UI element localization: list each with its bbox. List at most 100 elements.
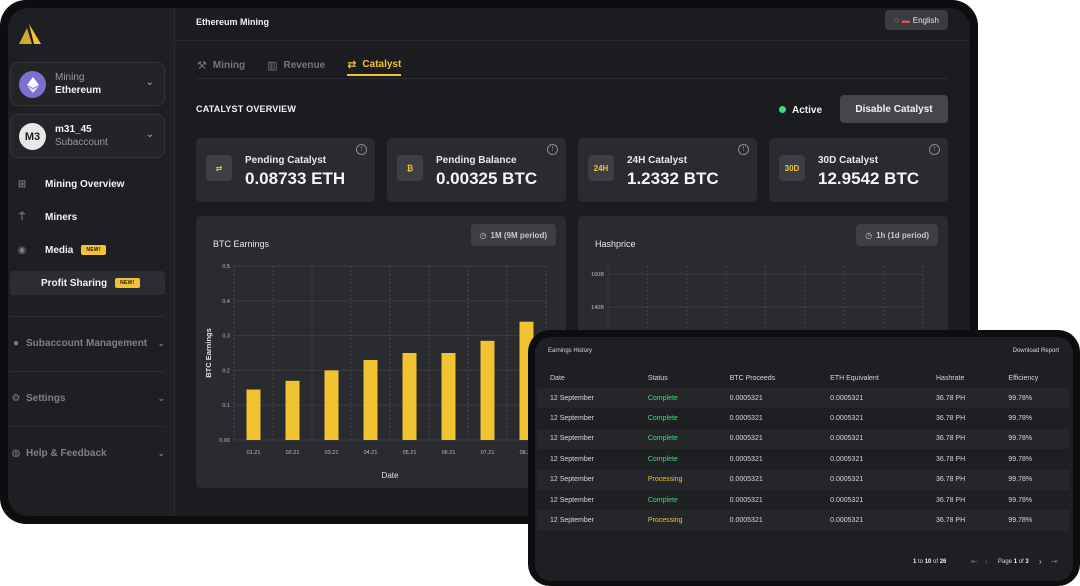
table-cell: Complete	[647, 455, 678, 463]
sidebar-item-profit-sharing[interactable]: Profit Sharing NEW!	[10, 271, 165, 295]
table-cell: 0.0005321	[729, 476, 763, 484]
chevron-down-icon: ⌄	[157, 393, 165, 403]
table-row[interactable]: 12 September Complete 0.0005321 0.0005321 36…	[537, 428, 1069, 450]
account-selector[interactable]: M3 m31_45 Subaccount ⌄	[10, 114, 165, 158]
chevron-down-icon: ⌄	[157, 448, 165, 458]
stat-card-24h-catalyst: 24H 24H Catalyst 1.2332 BTC !	[578, 138, 757, 202]
table-cell: 99.78%	[1008, 394, 1033, 402]
y-tick-label: 0.00	[219, 438, 230, 444]
table-cell: 12 September	[550, 455, 594, 463]
table-cell: 12 September	[550, 496, 594, 504]
gear-icon: ⚙	[11, 393, 21, 404]
sidebar-item-mining-overview[interactable]: ⊞ Mining Overview	[10, 172, 165, 196]
tab-mining[interactable]: ⚒ Mining	[197, 54, 245, 76]
y-tick-label: 0.4	[222, 299, 230, 305]
period-label: 1h (1d period)	[876, 230, 929, 240]
table-cell: 12 September	[550, 394, 594, 402]
coin-selector-value: Ethereum	[55, 85, 102, 96]
table-row[interactable]: 12 September Complete 0.0005321 0.0005321 36…	[537, 489, 1069, 511]
table-cell: 36.78 PH	[935, 435, 966, 443]
sidebar-item-label: Miners	[45, 211, 78, 223]
sidebar-group-settings[interactable]: ⚙ Settings ⌄	[10, 393, 165, 404]
bar	[246, 389, 261, 440]
column-header[interactable]: Efficiency	[995, 368, 1069, 388]
first-page-icon[interactable]: ⇤	[971, 557, 978, 566]
bar	[285, 380, 300, 440]
broadcast-icon: ◉	[17, 244, 27, 256]
24h-icon: 24H	[588, 155, 614, 181]
chat-icon: ◍	[11, 448, 21, 459]
column-header[interactable]: BTC Proceeds	[717, 368, 818, 388]
download-report-link[interactable]: Download Report	[1013, 348, 1059, 354]
info-icon[interactable]: !	[547, 144, 558, 155]
language-selector[interactable]: ◌ ▬ English	[885, 10, 948, 30]
stat-label: Pending Balance	[436, 155, 517, 166]
stat-card-pending-catalyst: ⇄ Pending Catalyst 0.08733 ETH !	[196, 138, 375, 202]
last-page-icon[interactable]: ⇥	[1051, 557, 1058, 566]
table-cell: 0.0005321	[830, 517, 864, 525]
coin-selector[interactable]: Mining Ethereum ⌄	[10, 62, 165, 106]
sidebar-item-label: Mining Overview	[45, 178, 125, 190]
info-icon[interactable]: !	[929, 144, 940, 155]
sidebar-item-miners[interactable]: ⍑ Miners	[10, 205, 165, 229]
table-cell: Complete	[647, 496, 678, 504]
new-badge: NEW!	[115, 278, 140, 288]
info-icon[interactable]: !	[738, 144, 749, 155]
table-cell: 0.0005321	[729, 415, 763, 423]
table-row[interactable]: 12 September Processing 0.0005321 0.0005321…	[537, 469, 1069, 490]
building-icon: ▥	[267, 59, 278, 72]
period-selector[interactable]: ◷ 1M (9M period)	[470, 224, 556, 246]
earnings-history-card: Earnings History Download Report Date St…	[535, 337, 1073, 581]
chevron-down-icon: ⌄	[145, 129, 154, 140]
stat-value: 12.9542 BTC	[818, 169, 920, 188]
x-tick-label: 05.21	[403, 450, 417, 456]
table-cell: 36.78 PH	[935, 476, 966, 484]
prev-page-icon[interactable]: ‹	[985, 557, 988, 566]
sidebar-item-label: Media	[45, 244, 74, 256]
tab-bar: ⚒ Mining ▥ Revenue ⇄ Catalyst	[197, 54, 402, 76]
period-label: 1M (9M period)	[490, 230, 547, 240]
table-row[interactable]: 12 September Complete 0.0005321 0.0005321 36…	[537, 388, 1069, 409]
status-dot	[779, 106, 786, 113]
info-icon[interactable]: !	[356, 144, 367, 155]
btc-earnings-chart: 0.00 0.1 0.2 0.3 0.4 0.5 01.21 02.21 03.21 04.21 0…	[204, 264, 547, 480]
sidebar-group-subaccount-management[interactable]: ● Subaccount Management ⌄	[10, 338, 165, 349]
tab-catalyst[interactable]: ⇄ Catalyst	[347, 54, 402, 76]
column-header[interactable]: Date	[537, 368, 635, 388]
table-cell: Complete	[647, 435, 678, 443]
x-tick-label: 04.21	[364, 450, 378, 456]
avatar: M3	[19, 123, 46, 150]
sidebar: Mining Ethereum ⌄ M3 m31_45 Subaccount ⌄…	[8, 8, 175, 516]
30d-icon: 30D	[779, 155, 805, 181]
column-header[interactable]: Hashrate	[923, 368, 995, 388]
disable-catalyst-button[interactable]: Disable Catalyst	[840, 95, 948, 123]
tab-label: Catalyst	[362, 58, 402, 70]
table-cell: 99.78%	[1008, 415, 1033, 423]
table-cell: 12 September	[550, 415, 594, 423]
btc-earnings-panel: 0.00 0.1 0.2 0.3 0.4 0.5 01.21 02.21 03.21 04.21 0…	[196, 216, 566, 488]
sidebar-group-help-feedback[interactable]: ◍ Help & Feedback ⌄	[10, 448, 165, 459]
table-cell: Processing	[647, 517, 683, 525]
pickaxe-icon: ⚒	[197, 59, 207, 72]
column-header[interactable]: Status	[635, 368, 717, 388]
tab-revenue[interactable]: ▥ Revenue	[267, 54, 325, 76]
table-row[interactable]: 12 September Complete 0.0005321 0.0005321 36…	[537, 449, 1069, 470]
stat-value: 0.08733 ETH	[245, 169, 346, 188]
table-row[interactable]: 12 September Complete 0.0005321 0.0005321 36…	[537, 408, 1069, 429]
table-cell: 99.78%	[1008, 517, 1033, 525]
period-selector[interactable]: ◷ 1h (1d period)	[856, 224, 938, 246]
table-cell: 99.78%	[1008, 455, 1033, 463]
stat-card-30d-catalyst: 30D 30D Catalyst 12.9542 BTC !	[769, 138, 948, 202]
account-name: m31_45	[55, 124, 92, 135]
stat-value: 0.00325 BTC	[436, 169, 538, 188]
table-body: 12 September Complete 0.0005321 0.0005321 36…	[537, 388, 1069, 531]
next-page-icon[interactable]: ›	[1039, 557, 1042, 566]
table-cell: Complete	[647, 415, 678, 423]
section-title: CATALYST OVERVIEW	[196, 104, 297, 114]
column-header[interactable]: ETH Equivalent	[817, 368, 923, 388]
table-row[interactable]: 12 September Processing 0.0005321 0.0005321…	[537, 510, 1069, 531]
user-icon: ●	[12, 338, 20, 349]
stat-value: 1.2332 BTC	[627, 169, 719, 188]
table-cell: 0.0005321	[830, 476, 864, 484]
sidebar-item-media[interactable]: ◉ Media NEW!	[10, 238, 165, 262]
